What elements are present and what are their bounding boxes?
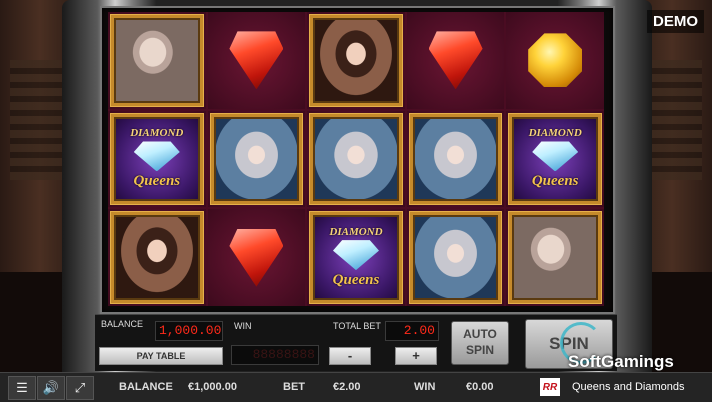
reel-cell (207, 110, 306, 208)
gold-gem-icon (528, 33, 583, 88)
red-gem-icon (229, 228, 284, 287)
reel-cell (207, 12, 306, 109)
bottom-win-value: €0.00 (466, 381, 494, 393)
bottom-balance-label: BALANCE (119, 381, 173, 393)
reel-cell (108, 209, 206, 306)
bet-increase-button[interactable]: + (395, 347, 437, 365)
speaker-icon[interactable]: 🔊 (37, 376, 65, 400)
bottom-bet-label: BET (283, 381, 305, 393)
bottom-bet-value: €2.00 (333, 381, 361, 393)
watermark: SoftGamings (568, 352, 674, 371)
symbol-frame (409, 212, 502, 303)
menu-icon[interactable]: ☰ (8, 376, 36, 400)
bottom-bar: ☰ 🔊 ⤢ BALANCE €1,000.00 BET €2.00 WIN €0… (0, 372, 712, 402)
symbol-frame (210, 113, 303, 205)
symbol-frame (509, 113, 601, 205)
reel-cell (307, 12, 405, 109)
reel-grid: DIAMOND Queens DIAMOND Queens DIAMOND Queens (108, 12, 604, 306)
bottom-win-label: WIN (414, 381, 436, 393)
balance-display: 1,000.00 (155, 321, 223, 341)
red-gem-icon (428, 31, 483, 90)
fullscreen-icon[interactable]: ⤢ (66, 376, 94, 400)
reel-cell (506, 12, 604, 109)
total-bet-display: 2.00 (385, 321, 439, 341)
win-display: 88888888 (231, 345, 319, 365)
symbol-frame (509, 212, 601, 303)
balance-label: BALANCE (101, 319, 144, 329)
control-panel: BALANCE 1,000.00 PAY TABLE WIN 88888888 … (95, 314, 617, 371)
reel-cell (207, 209, 306, 306)
symbol-frame (111, 15, 203, 106)
symbol-frame (409, 113, 502, 205)
pay-table-button[interactable]: PAY TABLE (99, 347, 223, 365)
bottom-balance-value: €1,000.00 (188, 381, 237, 393)
reel-cell (406, 110, 505, 208)
provider-logo: RR (540, 378, 560, 396)
symbol-frame (310, 15, 402, 106)
total-bet-label: TOTAL BET (333, 321, 381, 331)
win-label: WIN (234, 321, 252, 331)
symbol-frame (111, 113, 203, 205)
reel-cell (506, 209, 604, 306)
symbol-frame (310, 113, 402, 205)
reel-cell: DIAMOND Queens (506, 110, 604, 208)
reel-cell (406, 209, 505, 306)
demo-badge: DEMO (647, 10, 704, 33)
symbol-frame (310, 212, 402, 303)
bet-decrease-button[interactable]: - (329, 347, 371, 365)
reel-cell (307, 110, 405, 208)
red-gem-icon (229, 31, 284, 90)
reel-cell (108, 12, 206, 109)
symbol-frame (111, 212, 203, 303)
reel-cell (406, 12, 505, 109)
reel-cell: DIAMOND Queens (108, 110, 206, 208)
reel-cell: DIAMOND Queens (307, 209, 405, 306)
auto-spin-button[interactable]: AUTO SPIN (451, 321, 509, 365)
game-title: Queens and Diamonds (572, 381, 685, 393)
